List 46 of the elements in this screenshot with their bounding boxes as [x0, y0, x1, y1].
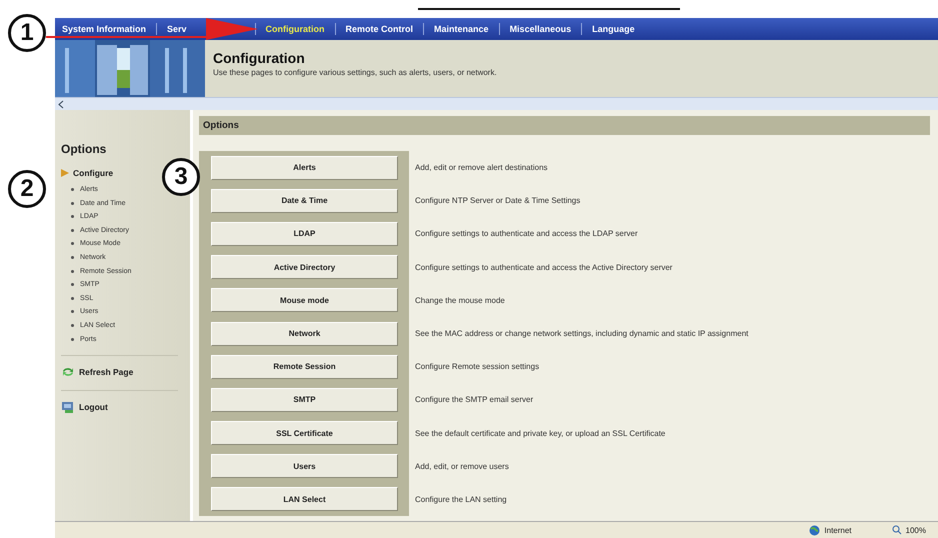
callout-number: 2	[8, 170, 46, 208]
option-description: Add, edit, or remove users	[415, 462, 509, 471]
option-button[interactable]: SMTP	[211, 388, 398, 412]
option-description: Configure settings to authenticate and access the Active Directory server	[415, 262, 672, 272]
globe-icon	[809, 524, 820, 536]
page-title: Configuration	[213, 50, 306, 66]
callout-number: 1	[8, 14, 46, 52]
refresh-icon	[61, 366, 75, 378]
zoom-control[interactable]: 100%	[892, 525, 926, 535]
option-button[interactable]: Network	[211, 322, 398, 346]
option-button[interactable]: Date & Time	[211, 188, 398, 213]
option-description: See the default certificate and private key, or upload an SSL Certificate	[415, 428, 666, 438]
sidebar-action[interactable]: Refresh Page	[61, 366, 134, 378]
option-button[interactable]: Mouse mode	[211, 288, 398, 312]
nav-tab[interactable]: Language	[592, 24, 635, 34]
option-button[interactable]: Active Directory	[211, 255, 398, 280]
option-button[interactable]: Alerts	[211, 156, 398, 180]
nav-tab[interactable]: System Information	[62, 24, 146, 34]
nav-tab[interactable]: Remote Control	[346, 24, 414, 34]
scroll-left-icon[interactable]	[58, 100, 64, 108]
option-button[interactable]: LDAP	[211, 222, 398, 246]
option-description: See the MAC address or change network settings, including dynamic and static IP assignment	[415, 329, 748, 338]
option-description: Configure settings to authenticate and access the LDAP server	[415, 229, 638, 238]
option-description: Configure NTP Server or Date & Time Settings	[415, 196, 580, 206]
option-button[interactable]: Users	[211, 454, 398, 478]
nav-tab[interactable]: Serv	[167, 24, 187, 34]
option-description: Add, edit or remove alert destinations	[415, 163, 548, 172]
magnifier-icon	[892, 525, 902, 535]
option-button[interactable]: Remote Session	[211, 354, 398, 379]
nav-tab[interactable]: Configuration	[266, 24, 325, 34]
page-subtitle: Use these pages to configure various settings, such as alerts, users, or network.	[213, 68, 497, 77]
sidebar-section[interactable]: Configure	[73, 168, 114, 178]
option-button[interactable]: LAN Select	[211, 487, 398, 512]
zone-label: Internet	[824, 526, 852, 534]
option-description: Change the mouse mode	[415, 296, 505, 305]
option-description: Configure Remote session settings	[415, 362, 540, 372]
computer-icon	[61, 400, 75, 413]
option-button[interactable]: SSL Certificate	[211, 421, 398, 446]
section-header: Options	[199, 116, 930, 135]
option-description: Configure the LAN setting	[415, 494, 507, 504]
option-description: Configure the SMTP email server	[415, 395, 534, 404]
horizontal-scrollbar[interactable]	[55, 97, 938, 110]
nav-tab[interactable]: Maintenance	[434, 24, 489, 34]
sidebar-title: Options	[61, 142, 106, 156]
nav-tab[interactable]: Miscellaneous	[510, 24, 572, 34]
sidebar-action[interactable]: Logout	[61, 400, 108, 413]
